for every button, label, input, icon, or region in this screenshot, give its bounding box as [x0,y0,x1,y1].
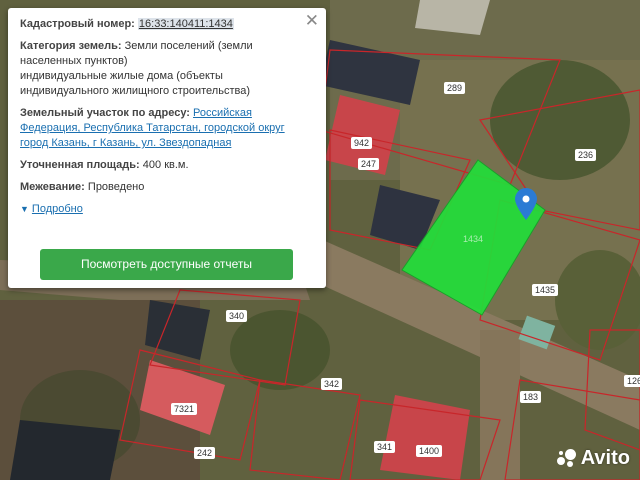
building-roof [380,395,470,480]
survey-label: Межевание: [20,181,85,193]
parcel-badge: 242 [194,447,216,459]
parcel-badge: 126 [624,375,640,387]
close-icon[interactable]: ✕ [305,12,319,30]
parcel-badge: 289 [444,82,466,94]
parcel-badge: 183 [520,391,542,403]
parcel-badge: 341 [374,441,396,453]
address-row: Земельный участок по адресу: Российская … [20,106,314,151]
parcel-label-selected: 1434 [463,234,483,244]
building-shadow [10,420,120,480]
parcel-badge: 1400 [416,445,443,457]
parcel-badge: 7321 [171,403,198,415]
triangle-down-icon[interactable]: ▼ [20,204,29,214]
avito-logo-icon [556,448,577,469]
parcel-badge: 342 [321,378,343,390]
avito-watermark: Avito [556,447,630,470]
area-row: Уточненная площадь: 400 кв.м. [20,158,314,173]
address-label: Земельный участок по адресу: [20,107,190,119]
survey-row: Межевание: Проведено [20,180,314,195]
avito-wordmark: Avito [580,447,630,469]
cadastral-number[interactable]: 16:33:140411:1434 [137,18,234,30]
parcel-info-popup: ✕ Кадастровый номер: 16:33:140411:1434 К… [8,8,326,288]
view-reports-button[interactable]: Посмотреть доступные отчеты [40,249,293,280]
area-label: Уточненная площадь: [20,159,140,171]
more-details-link[interactable]: Подробно [32,203,83,215]
cadastral-row: Кадастровый номер: 16:33:140411:1434 [20,17,314,32]
land-use-value: индивидуальные жилые дома (объекты индив… [20,70,250,97]
category-label: Категория земель: [20,40,122,52]
cadastral-label: Кадастровый номер: [20,18,135,30]
parcel-badge: 340 [226,310,248,322]
category-row: Категория земель: Земли поселений (земли… [20,39,314,99]
parcel-badge: 1435 [532,284,559,296]
parcel-badge: 247 [358,158,380,170]
area-value: 400 кв.м. [142,159,189,171]
more-row: ▼ Подробно [20,202,314,217]
parcel-badge: 942 [351,137,373,149]
parcel-badge: 236 [575,149,597,161]
survey-value: Проведено [87,181,145,193]
